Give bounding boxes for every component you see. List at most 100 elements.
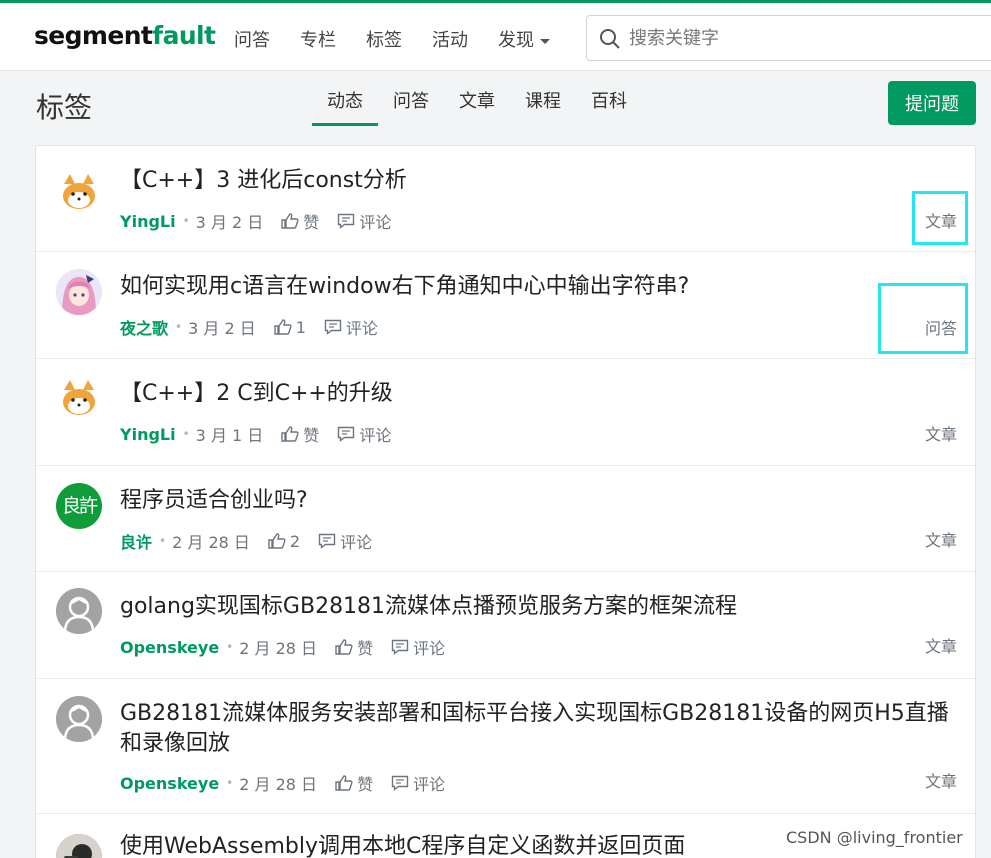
- like-button[interactable]: 2: [268, 532, 300, 551]
- comment-icon: [391, 775, 409, 791]
- author-link[interactable]: 夜之歌: [120, 315, 168, 339]
- comment-label: 评论: [413, 775, 446, 794]
- comment-button[interactable]: 评论: [391, 635, 445, 659]
- nav-discover-label: 发现: [498, 30, 534, 51]
- comment-button[interactable]: 评论: [391, 771, 445, 795]
- author-link[interactable]: YingLi: [120, 212, 176, 231]
- author-link[interactable]: Openskeye: [120, 638, 219, 657]
- highlight-box: [912, 191, 968, 245]
- item-title-link[interactable]: 【C++】3 进化后const分析: [120, 166, 900, 196]
- content-type-label: 文章: [924, 531, 957, 550]
- comment-button[interactable]: 评论: [337, 422, 391, 446]
- tab-articles[interactable]: 文章: [444, 90, 510, 126]
- comment-button[interactable]: 评论: [324, 315, 378, 339]
- thumbs-up-icon: [335, 639, 353, 655]
- avatar-text: 良許: [61, 495, 98, 517]
- tab-wiki[interactable]: 百科: [576, 90, 642, 126]
- feed-item: GB28181流媒体服务安装部署和国标平台接入实现国标GB28181设备的网页H…: [36, 679, 975, 814]
- like-button[interactable]: 1: [274, 318, 306, 337]
- author-link[interactable]: Openskeye: [120, 774, 219, 793]
- liangxu-badge[interactable]: 良許: [56, 483, 102, 529]
- watermark: CSDN @living_frontier: [786, 828, 963, 847]
- like-button[interactable]: 赞: [281, 209, 319, 233]
- comment-label: 评论: [413, 639, 446, 658]
- comment-label: 评论: [340, 533, 373, 552]
- like-count: 赞: [357, 639, 374, 658]
- site-logo[interactable]: segmentfault: [34, 21, 216, 50]
- comment-icon: [324, 319, 342, 335]
- chevron-down-icon: [540, 38, 550, 44]
- item-title-link[interactable]: golang实现国标GB28181流媒体点播预览服务方案的框架流程: [120, 592, 900, 622]
- comment-icon: [391, 639, 409, 655]
- thumbs-up-icon: [268, 533, 286, 549]
- post-date: 2 月 28 日: [239, 775, 318, 794]
- shiba-cat-icon[interactable]: [56, 376, 102, 422]
- photo-avatar[interactable]: [56, 834, 102, 858]
- post-date: 3 月 1 日: [195, 426, 264, 445]
- nav-item-tags[interactable]: 标签: [366, 26, 402, 52]
- item-title-link[interactable]: 【C++】2 C到C++的升级: [120, 379, 900, 409]
- shiba-cat-icon[interactable]: [56, 170, 102, 216]
- feed-item: 良許 程序员适合创业吗? 良许 • 2 月 28 日 2 评论 文章: [36, 466, 975, 572]
- feed-item: 【C++】3 进化后const分析 YingLi • 3 月 2 日 赞 评论 …: [36, 146, 975, 252]
- author-link[interactable]: 良许: [120, 529, 152, 553]
- separator-dot: •: [182, 214, 190, 228]
- default-user-icon[interactable]: [56, 696, 102, 742]
- item-meta: YingLi • 3 月 1 日 赞 评论: [120, 422, 391, 446]
- like-count: 赞: [303, 426, 320, 445]
- separator-dot: •: [226, 776, 234, 790]
- separator-dot: •: [226, 640, 234, 654]
- comment-icon: [338, 426, 355, 442]
- main-nav: 问答 专栏 标签 活动 发现: [234, 26, 580, 52]
- like-count: 赞: [357, 775, 374, 794]
- item-title-link[interactable]: 使用WebAssembly调用本地C程序自定义函数并返回页面: [120, 832, 900, 858]
- feed-item: golang实现国标GB28181流媒体点播预览服务方案的框架流程 Opensk…: [36, 572, 975, 679]
- like-count: 1: [295, 317, 306, 337]
- like-count: 2: [289, 531, 301, 551]
- tab-courses[interactable]: 课程: [510, 90, 576, 126]
- tab-questions[interactable]: 问答: [378, 90, 444, 126]
- nav-item-columns[interactable]: 专栏: [300, 26, 336, 52]
- top-navbar: segmentfault 问答 专栏 标签 活动 发现: [0, 0, 991, 71]
- item-meta: Openskeye • 2 月 28 日 赞 评论: [120, 635, 445, 659]
- comment-button[interactable]: 评论: [318, 529, 372, 553]
- like-button[interactable]: 赞: [335, 635, 373, 659]
- separator-dot: •: [182, 427, 190, 441]
- anime-girl-icon[interactable]: [56, 269, 102, 315]
- like-button[interactable]: 赞: [335, 771, 373, 795]
- search-icon: [600, 29, 620, 49]
- separator-dot: •: [175, 320, 183, 334]
- content-type-label: 文章: [924, 772, 957, 791]
- item-title-link[interactable]: 如何实现用c语言在window右下角通知中心中输出字符串?: [120, 272, 900, 302]
- highlight-box: [878, 283, 968, 354]
- nav-item-discover[interactable]: 发现: [498, 26, 550, 52]
- post-date: 2 月 28 日: [239, 639, 318, 658]
- search-input[interactable]: [629, 24, 969, 52]
- item-meta: Openskeye • 2 月 28 日 赞 评论: [120, 771, 445, 795]
- item-meta: 良许 • 2 月 28 日 2 评论: [120, 529, 372, 553]
- logo-accent-text: fault: [152, 21, 216, 50]
- comment-label: 评论: [345, 319, 378, 338]
- ask-question-button[interactable]: 提问题: [888, 81, 976, 125]
- author-link[interactable]: YingLi: [120, 425, 176, 444]
- thumbs-up-icon: [281, 213, 299, 229]
- comment-button[interactable]: 评论: [337, 209, 391, 233]
- separator-dot: •: [159, 534, 167, 548]
- content-type-label: 文章: [924, 637, 957, 656]
- post-date: 2 月 28 日: [172, 533, 250, 552]
- nav-item-questions[interactable]: 问答: [234, 26, 270, 52]
- comment-icon: [338, 213, 355, 229]
- nav-item-events[interactable]: 活动: [432, 26, 468, 52]
- thumbs-up-icon: [335, 775, 353, 791]
- content-tabs: 动态 问答 文章 课程 百科: [312, 90, 642, 126]
- search-box[interactable]: [586, 15, 991, 61]
- item-title-link[interactable]: GB28181流媒体服务安装部署和国标平台接入实现国标GB28181设备的网页H…: [120, 699, 965, 759]
- like-count: 赞: [303, 213, 320, 232]
- like-button[interactable]: 赞: [281, 422, 319, 446]
- content-type-label: 文章: [924, 425, 957, 444]
- comment-label: 评论: [359, 213, 392, 232]
- item-title-link[interactable]: 程序员适合创业吗?: [120, 486, 900, 516]
- thumbs-up-icon: [274, 319, 292, 335]
- default-user-icon[interactable]: [56, 588, 102, 634]
- tab-activity[interactable]: 动态: [312, 90, 378, 126]
